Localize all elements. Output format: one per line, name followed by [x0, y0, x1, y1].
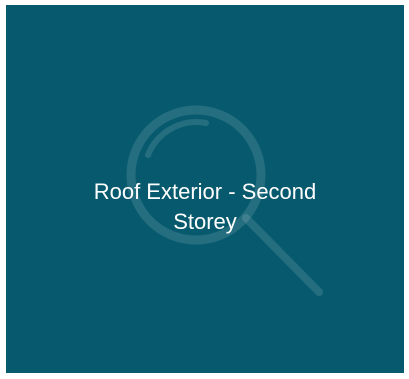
category-tile[interactable]: Roof Exterior - Second Storey	[6, 5, 404, 373]
tile-title-line-1: Roof Exterior - Second	[93, 179, 317, 204]
tile-title: Roof Exterior - Second Storey	[6, 177, 404, 237]
tile-title-line-2: Storey	[173, 209, 237, 234]
